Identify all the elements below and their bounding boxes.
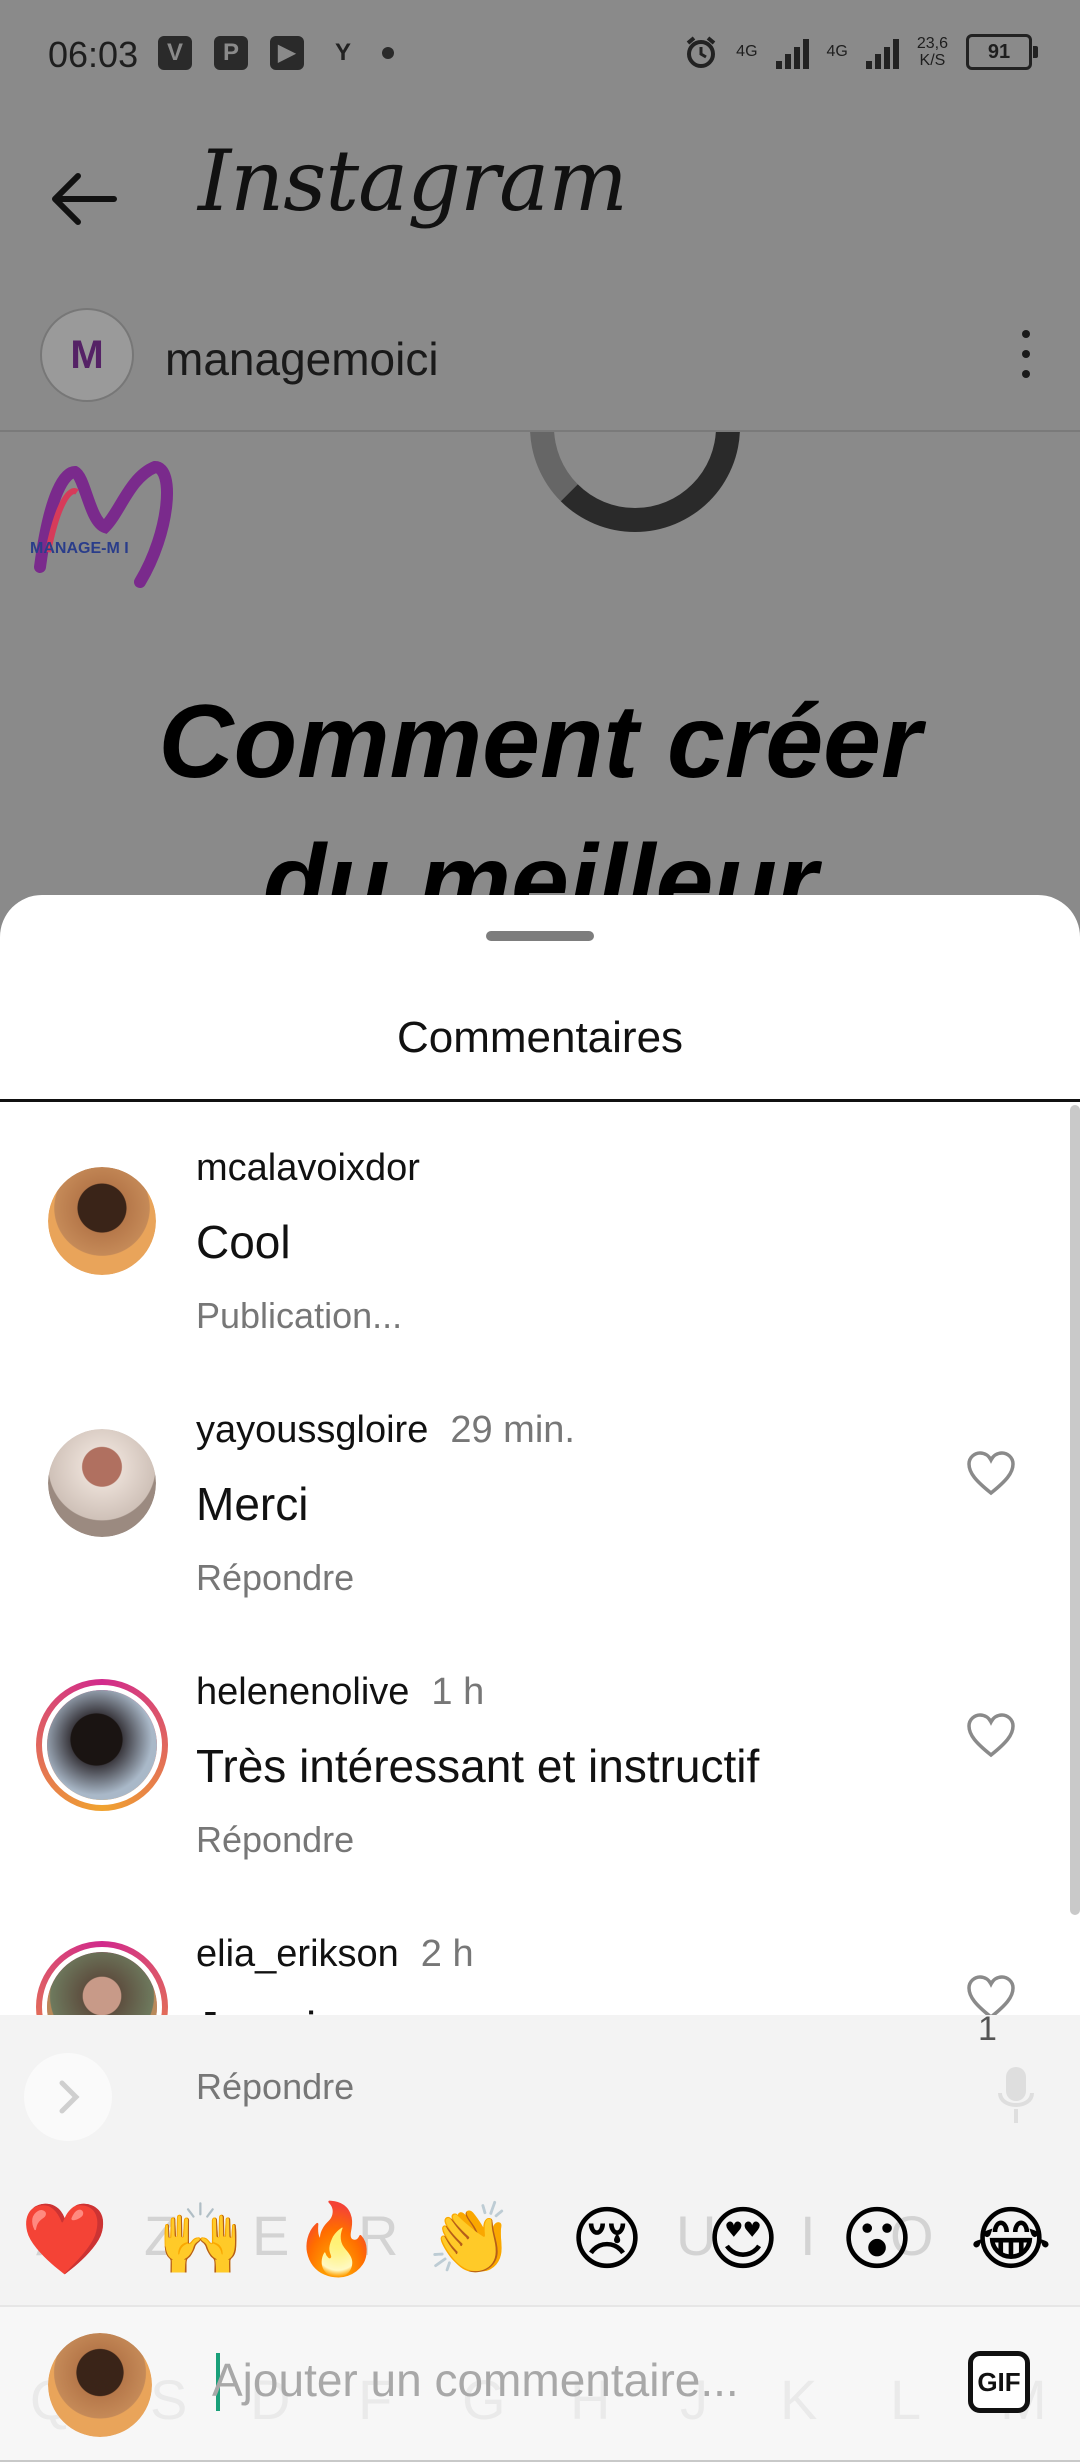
comment-username[interactable]: mcalavoixdor [196, 1147, 420, 1190]
network-speed: 23,6 K/S [916, 35, 948, 69]
sheet-title: Commentaires [396, 1013, 684, 1062]
heart-icon[interactable] [966, 1713, 1016, 1759]
comment-time: 1 h [431, 1671, 485, 1713]
sheet-drag-handle[interactable] [486, 931, 594, 941]
battery-icon: 91 [966, 34, 1038, 70]
app-header: Instagram [0, 110, 1080, 290]
back-arrow-icon[interactable] [48, 164, 118, 234]
emoji-raised-hands[interactable]: 🙌 [156, 2194, 246, 2284]
gif-button[interactable]: GIF [968, 2351, 1030, 2413]
p-notification-icon: P [214, 36, 248, 70]
comment-text: Très intéressant et instructif [196, 1740, 760, 1792]
reply-button[interactable]: Répondre [196, 1819, 354, 1861]
comment-text: Merci [196, 1478, 309, 1530]
like-count: 1 [978, 2010, 997, 2048]
status-bar: 06:03 V P ▶ Y 4G 4G 23,6 K/S 91 [0, 0, 1080, 110]
comment-composer: GIF [0, 2305, 1080, 2462]
reply-button[interactable]: Répondre [196, 2066, 354, 2108]
emoji-clapping-hands[interactable]: 👏 [426, 2194, 516, 2284]
network-label-1: 4G [736, 43, 758, 60]
more-options-icon[interactable] [1022, 330, 1030, 390]
comment-item: helenenolive 1 h Très intéressant et inst… [0, 1641, 1080, 1901]
signal-icon-1 [775, 35, 809, 69]
comment-item: mcalavoixdor Cool Publication... [0, 1117, 1080, 1377]
y-notification-icon: Y [334, 39, 351, 66]
comment-time: 2 h [420, 1933, 474, 1975]
emoji-quick-reactions: ❤️ 🙌 🔥 👏 😢 😍 😮 😂 [0, 2160, 1080, 2300]
network-label-2: 4G [826, 43, 848, 60]
signal-icon-2 [865, 35, 899, 69]
instagram-wordmark: Instagram [198, 132, 628, 230]
comment-username[interactable]: yayoussgloire 29 min. [196, 1409, 575, 1452]
comment-username[interactable]: elia_erikson 2 h [196, 1933, 474, 1976]
more-notifications-dot [382, 47, 394, 59]
post-image: MANAGE-M I Comment créer du meilleur [0, 432, 1080, 912]
commenter-avatar-story-ring[interactable] [36, 1679, 168, 1811]
reply-button[interactable]: Répondre [196, 1557, 354, 1599]
commenter-avatar[interactable] [48, 1167, 156, 1275]
vlc-notification-icon: V [158, 36, 192, 70]
comment-time: 29 min. [450, 1409, 575, 1451]
post-headline-line-1: Comment créer [158, 684, 922, 800]
comment-username[interactable]: helenenolive 1 h [196, 1671, 484, 1714]
loading-spinner-icon [530, 432, 740, 532]
post-author-username[interactable]: managemoici [165, 332, 439, 386]
alarm-icon [686, 36, 716, 68]
post-author-avatar[interactable]: M [40, 308, 134, 402]
comment-status: Publication... [196, 1295, 403, 1336]
commenter-avatar[interactable] [48, 1429, 156, 1537]
emoji-heart[interactable]: ❤️ [20, 2194, 110, 2284]
current-user-avatar [48, 2333, 152, 2437]
comment-item: yayoussgloire 29 min. Merci Répondre [0, 1379, 1080, 1639]
comment-text: Cool [196, 1216, 291, 1268]
notification-icons: V P ▶ Y [158, 36, 394, 70]
heart-icon[interactable] [966, 1451, 1016, 1497]
logo-caption: MANAGE-M I [30, 540, 129, 557]
manage-moi-logo [34, 460, 173, 588]
play-notification-icon: ▶ [270, 36, 304, 70]
status-right: 4G 4G 23,6 K/S 91 [684, 34, 1038, 70]
post-headline: Comment créer du meilleur [0, 672, 1080, 912]
emoji-heart-eyes[interactable]: 😍 [698, 2194, 788, 2284]
emoji-laughing-tears[interactable]: 😂 [966, 2194, 1056, 2284]
emoji-crying-face[interactable]: 😢 [562, 2194, 652, 2284]
comment-input[interactable] [212, 2345, 812, 2415]
status-time: 06:03 [48, 34, 139, 75]
post-header: M managemoici [0, 290, 1080, 432]
sheet-divider [0, 1099, 1080, 1102]
emoji-surprised-face[interactable]: 😮 [832, 2194, 922, 2284]
emoji-fire[interactable]: 🔥 [292, 2194, 382, 2284]
